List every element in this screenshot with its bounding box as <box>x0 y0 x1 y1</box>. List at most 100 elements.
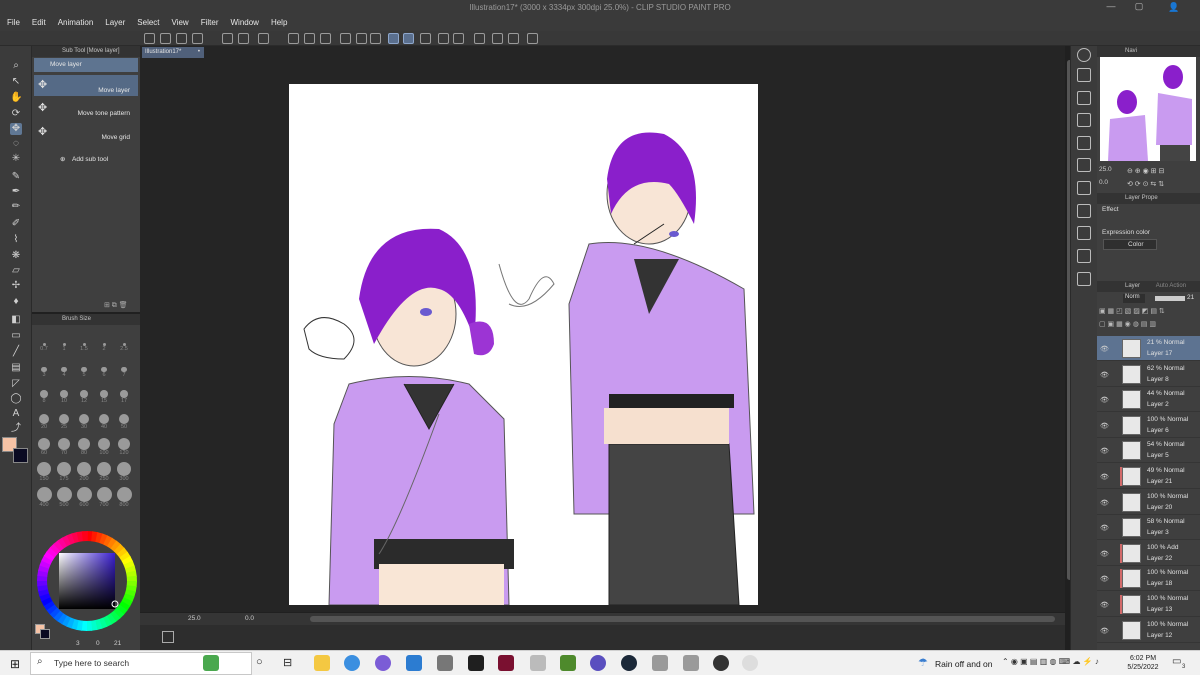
layer-row[interactable]: 👁 100 % Normal Layer 13 <box>1097 592 1200 617</box>
brush-size-cell[interactable]: 0.7 <box>36 332 52 352</box>
brush-size-cell[interactable]: 200 <box>76 461 92 482</box>
windows-start-icon[interactable]: ⊞ <box>10 657 20 671</box>
system-tray-icons[interactable]: ⌃ ◉ ▣ ▤ ▥ ◍ ⌨ ☁ ⚡ ♪ <box>1002 657 1112 669</box>
eraser-tool-icon[interactable]: ▱ <box>10 265 22 277</box>
correct-line-tool-icon[interactable]: ⤴ <box>10 423 22 435</box>
brush-size-cell[interactable]: 700 <box>96 487 112 508</box>
opacity-slider[interactable] <box>1155 296 1185 301</box>
layer-row[interactable]: 👁 100 % Add Layer 22 <box>1097 541 1200 566</box>
eye-icon[interactable]: 👁 <box>1100 524 1109 532</box>
widgets-icon[interactable]: ⊟ <box>283 656 292 669</box>
layer-row[interactable]: 👁 100 % Normal Layer 20 <box>1097 490 1200 515</box>
subtool-group-tab[interactable]: Move layer <box>34 58 138 72</box>
flip-horizontal-icon[interactable] <box>527 33 538 44</box>
transform-icon[interactable] <box>304 33 315 44</box>
open-file-icon[interactable] <box>176 33 187 44</box>
eye-icon[interactable]: 👁 <box>1100 499 1109 507</box>
layer-tab[interactable]: Layer <box>1125 283 1140 289</box>
canvas-rotation-value[interactable]: 0.0 <box>245 615 254 622</box>
brush-size-cell[interactable]: 17 <box>116 384 132 404</box>
rotate-left-icon[interactable] <box>492 33 503 44</box>
brush-size-cell[interactable]: 40 <box>96 410 112 430</box>
undo-icon[interactable] <box>222 33 233 44</box>
brush-size-cell[interactable]: 1.5 <box>76 332 92 352</box>
brush-size-cell[interactable]: 70 <box>56 436 72 456</box>
navigator-thumbnail[interactable] <box>1100 57 1196 161</box>
text-tool-icon[interactable]: A <box>10 408 22 420</box>
panel-icon-8[interactable] <box>1077 226 1091 240</box>
brush-size-cell[interactable]: 25 <box>56 410 72 430</box>
brush-size-cell[interactable]: 6 <box>96 358 112 378</box>
brush-size-cell[interactable]: 120 <box>116 436 132 456</box>
layer-row[interactable]: 👁 100 % Normal Layer 18 <box>1097 566 1200 592</box>
auto-select-tool-icon[interactable]: ✳ <box>10 153 22 165</box>
subtool-move-grid[interactable]: ✥ Move grid <box>34 122 138 144</box>
menu-view[interactable]: View <box>165 18 194 27</box>
rotate-tool-icon[interactable]: ⟳ <box>10 108 22 120</box>
app-icon-6[interactable] <box>652 655 668 671</box>
app-icon-2[interactable] <box>468 655 484 671</box>
brush-size-cell[interactable]: 7 <box>116 358 132 378</box>
clear-icon[interactable] <box>258 33 269 44</box>
hand-tool-icon[interactable]: ✋ <box>10 92 22 104</box>
brush-size-cell[interactable]: 250 <box>96 461 112 482</box>
selection-border-icon[interactable] <box>370 33 381 44</box>
panel-icon-6[interactable] <box>1077 181 1091 195</box>
menu-layer[interactable]: Layer <box>98 18 130 27</box>
zoom-out-icon[interactable] <box>453 33 464 44</box>
task-view-icon[interactable]: ○ <box>256 656 263 668</box>
chrome-icon[interactable] <box>344 655 360 671</box>
brush-size-cell[interactable]: 600 <box>76 487 92 508</box>
navigator-zoom-controls[interactable]: ⊖ ⊕ ◉ ⊞ ⊟ <box>1127 167 1197 175</box>
tab-close-icon[interactable]: • <box>198 47 200 58</box>
app-icon-5[interactable] <box>590 655 606 671</box>
mini-sub-swatch[interactable] <box>40 629 50 639</box>
horizontal-scrollbar[interactable] <box>310 616 1055 622</box>
auto-action-tab[interactable]: Auto Action <box>1156 283 1186 289</box>
scale-icon[interactable] <box>320 33 331 44</box>
menu-select[interactable]: Select <box>130 18 164 27</box>
brush-size-cell[interactable]: 3 <box>36 358 52 378</box>
navigator-rotation[interactable]: 0.0 <box>1099 179 1108 186</box>
fit-icon[interactable] <box>474 33 485 44</box>
search-icon[interactable] <box>1077 48 1091 62</box>
panel-icon-5[interactable] <box>1077 158 1091 172</box>
eye-icon[interactable]: 👁 <box>1100 371 1109 379</box>
maximize-icon[interactable]: ▢ <box>1128 1 1150 13</box>
frame-tool-icon[interactable]: ▤ <box>10 362 22 374</box>
navigator-rotate-controls[interactable]: ⟲ ⟳ ⊙ ⇆ ⇅ <box>1127 180 1197 188</box>
pencil-tool-icon[interactable]: ✏ <box>10 201 22 213</box>
minimize-icon[interactable]: — <box>1100 1 1122 13</box>
blend-mode-select[interactable]: Norm <box>1123 294 1145 303</box>
zoom-tool-icon[interactable]: ⌕ <box>10 60 22 72</box>
layer-toolbar[interactable]: ▣ ▦ ◰ ▧ ▨ ◩ ▤ ⇅ <box>1099 307 1199 317</box>
menu-window[interactable]: Window <box>224 18 264 27</box>
mail-icon[interactable] <box>406 655 422 671</box>
brush-size-cell[interactable]: 1 <box>56 332 72 352</box>
clip-studio-icon[interactable] <box>742 655 758 671</box>
eye-icon[interactable]: 👁 <box>1100 627 1109 635</box>
brush-size-cell[interactable]: 80 <box>76 436 92 456</box>
app-icon[interactable] <box>144 33 155 44</box>
brush-size-cell[interactable]: 175 <box>56 461 72 482</box>
eye-icon[interactable]: 👁 <box>1100 396 1109 404</box>
selection-tool-icon[interactable]: ◌ <box>10 138 22 150</box>
panel-icon-2[interactable] <box>1077 91 1091 105</box>
ruler-tool-icon[interactable]: ╱ <box>10 346 22 358</box>
invert-selection-icon[interactable] <box>356 33 367 44</box>
airbrush-tool-icon[interactable]: ⌇ <box>10 234 22 246</box>
eye-icon[interactable]: 👁 <box>1100 601 1109 609</box>
app-icon-3[interactable] <box>498 655 514 671</box>
brush-size-cell[interactable]: 4 <box>56 358 72 378</box>
eye-icon[interactable]: 👁 <box>1100 473 1109 481</box>
brush-size-cell[interactable]: 2 <box>96 332 112 352</box>
expression-color-select[interactable]: Color <box>1103 239 1157 250</box>
brush-size-cell[interactable]: 100 <box>96 436 112 456</box>
gradient-tool-icon[interactable]: ◧ <box>10 314 22 326</box>
menu-help[interactable]: Help <box>264 18 292 27</box>
layer-row[interactable]: 👁 100 % Normal Layer 6 <box>1097 413 1200 438</box>
brush-size-cell[interactable]: 20 <box>36 410 52 430</box>
blend-tool-icon[interactable]: ✢ <box>10 280 22 292</box>
discord-icon[interactable] <box>375 655 391 671</box>
snap-ruler-icon[interactable] <box>388 33 399 44</box>
